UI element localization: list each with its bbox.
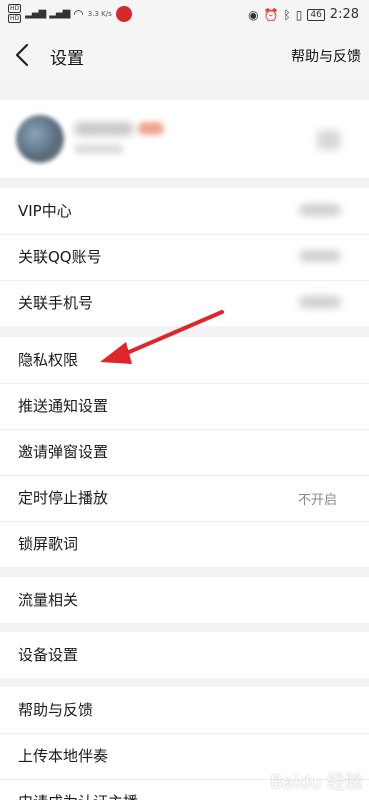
row-label: 锁屏歌词 bbox=[18, 535, 79, 553]
row-label: 上传本地伴奏 bbox=[18, 747, 109, 765]
back-arrow-icon bbox=[15, 43, 29, 67]
user-subtitle-blurred bbox=[74, 144, 124, 154]
profile-card[interactable] bbox=[0, 100, 369, 178]
alarm-icon: ⏰ bbox=[263, 7, 279, 22]
app-notification-icon bbox=[115, 5, 132, 22]
settings-row-traffic[interactable]: 流量相关 bbox=[0, 577, 369, 623]
row-label: 关联QQ账号 bbox=[18, 248, 102, 266]
back-button[interactable] bbox=[12, 42, 36, 68]
profile-qr-icon bbox=[317, 130, 341, 150]
status-right: ◉ ⏰ ᛒ ▯ 46 2:28 bbox=[248, 7, 359, 22]
vip-badge-blurred bbox=[138, 122, 164, 135]
row-label: 关联手机号 bbox=[18, 294, 94, 312]
watermark: Baidu 经验 bbox=[270, 772, 363, 793]
vibrate-icon: ▯ bbox=[295, 7, 303, 22]
username-blurred bbox=[74, 122, 134, 136]
row-label: VIP中心 bbox=[18, 202, 72, 220]
settings-row-lock-lyrics[interactable]: 锁屏歌词 bbox=[0, 521, 369, 567]
settings-row-sleep-timer[interactable]: 定时停止播放 不开启 bbox=[0, 475, 369, 521]
row-label: 帮助与反馈 bbox=[18, 701, 94, 719]
page-title: 设置 bbox=[50, 49, 84, 69]
clock: 2:28 bbox=[329, 7, 359, 22]
row-value: 不开启 bbox=[297, 493, 337, 508]
row-label: 流量相关 bbox=[18, 591, 79, 609]
signal-icon: ▂▄▆ bbox=[25, 8, 46, 19]
help-feedback-button[interactable]: 帮助与反馈 bbox=[291, 46, 361, 66]
signal-icon: ▂▄▆ bbox=[49, 8, 70, 19]
row-label: 推送通知设置 bbox=[18, 397, 109, 415]
top-nav-bar: 设置 帮助与反馈 bbox=[0, 30, 369, 82]
settings-row-invite-popup[interactable]: 邀请弹窗设置 bbox=[0, 429, 369, 475]
network-indicators: HD HD bbox=[8, 4, 22, 23]
network-speed: 3.3 K/s bbox=[87, 9, 112, 18]
settings-row-qq[interactable]: 关联QQ账号 bbox=[0, 234, 369, 280]
settings-row-vip[interactable]: VIP中心 bbox=[0, 188, 369, 234]
row-value-blurred bbox=[299, 250, 341, 262]
settings-row-help[interactable]: 帮助与反馈 bbox=[0, 687, 369, 733]
data-group: 流量相关 bbox=[0, 577, 369, 623]
settings-row-push[interactable]: 推送通知设置 bbox=[0, 383, 369, 429]
bluetooth-icon: ᛒ bbox=[283, 7, 291, 22]
row-label: 定时停止播放 bbox=[18, 489, 109, 507]
status-bar: HD HD ▂▄▆ ▂▄▆ ◠ 3.3 K/s ◉ ⏰ ᛒ ▯ 46 2:28 bbox=[0, 0, 369, 30]
hd-badge: HD bbox=[8, 4, 22, 13]
status-left: HD HD ▂▄▆ ▂▄▆ ◠ 3.3 K/s bbox=[8, 4, 132, 23]
wifi-icon: ◠ bbox=[73, 6, 84, 21]
hd-badge: HD bbox=[8, 14, 22, 23]
row-label: 设备设置 bbox=[18, 646, 79, 664]
settings-row-device[interactable]: 设备设置 bbox=[0, 632, 369, 678]
row-value-blurred bbox=[299, 204, 341, 216]
device-group: 设备设置 bbox=[0, 632, 369, 678]
eye-icon: ◉ bbox=[248, 7, 259, 22]
avatar bbox=[16, 115, 64, 163]
battery-icon: 46 bbox=[307, 8, 325, 21]
annotation-arrow-icon bbox=[100, 310, 224, 364]
row-label: 邀请弹窗设置 bbox=[18, 443, 109, 461]
row-value-blurred bbox=[299, 296, 341, 308]
row-label: 隐私权限 bbox=[18, 351, 79, 369]
row-label: 申请成为认证主播 bbox=[18, 791, 138, 800]
